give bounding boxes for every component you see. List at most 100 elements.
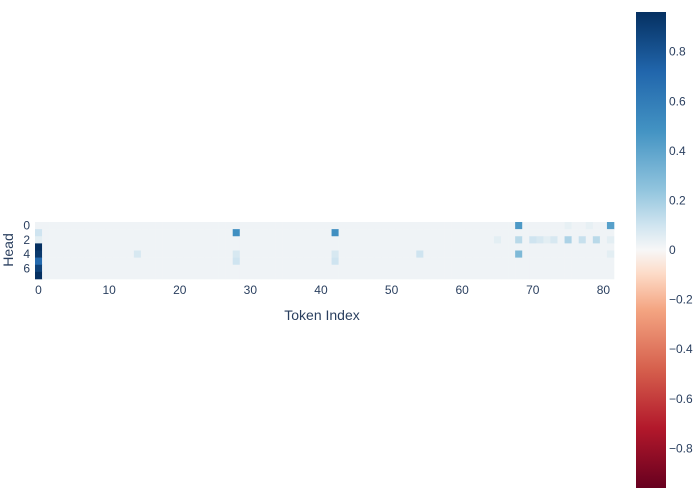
heatmap-cell bbox=[133, 250, 142, 258]
heatmap-cell bbox=[133, 264, 142, 273]
heatmap-cell bbox=[197, 236, 205, 244]
heatmap-cell bbox=[232, 222, 241, 230]
heatmap-cell bbox=[585, 250, 594, 258]
heatmap-cell bbox=[183, 243, 191, 251]
heatmap-cell bbox=[289, 250, 297, 258]
heatmap-cell bbox=[268, 264, 276, 273]
heatmap-cell bbox=[289, 257, 297, 266]
heatmap-cell bbox=[303, 257, 311, 266]
heatmap-cell bbox=[599, 236, 608, 244]
heatmap-cell bbox=[310, 229, 318, 237]
heatmap-cell bbox=[501, 271, 509, 280]
heatmap-cell bbox=[472, 236, 481, 244]
heatmap-cell bbox=[225, 257, 234, 266]
heatmap-cell bbox=[451, 264, 459, 273]
heatmap-cell bbox=[310, 243, 318, 251]
heatmap-cell bbox=[268, 229, 276, 237]
heatmap-cell bbox=[77, 271, 85, 280]
heatmap-cell bbox=[239, 222, 248, 230]
heatmap-cell bbox=[409, 264, 417, 273]
heatmap-cell bbox=[35, 264, 43, 273]
heatmap-cell bbox=[105, 229, 113, 237]
heatmap-cell bbox=[458, 222, 467, 230]
heatmap-cell bbox=[112, 243, 121, 251]
heatmap-cell bbox=[479, 236, 488, 244]
heatmap-cell bbox=[218, 229, 226, 237]
heatmap-cell bbox=[42, 264, 50, 273]
heatmap-cell bbox=[70, 257, 78, 266]
heatmap-cell bbox=[169, 236, 177, 244]
heatmap-cell bbox=[268, 257, 276, 266]
heatmap-cell bbox=[444, 236, 452, 244]
heatmap-cell bbox=[402, 243, 410, 251]
heatmap-cell bbox=[571, 264, 579, 273]
heatmap-cell bbox=[239, 250, 248, 258]
heatmap-cell bbox=[444, 243, 452, 251]
colorbar-tick-label: 0.8 bbox=[669, 45, 686, 59]
heatmap-cell bbox=[493, 243, 502, 251]
heatmap-cell bbox=[49, 222, 57, 230]
heatmap-cell bbox=[430, 264, 438, 273]
heatmap-cell bbox=[388, 222, 396, 230]
heatmap-cell bbox=[458, 250, 467, 258]
heatmap-cell bbox=[119, 264, 128, 273]
heatmap-cell bbox=[197, 229, 205, 237]
y-axis-ticks: 0246 bbox=[23, 219, 30, 276]
heatmap-cell bbox=[402, 264, 410, 273]
heatmap-cell bbox=[359, 264, 368, 273]
x-tick-label: 40 bbox=[314, 283, 328, 297]
heatmap-cell bbox=[331, 264, 339, 273]
heatmap-cell bbox=[331, 222, 339, 230]
heatmap-cell bbox=[162, 257, 170, 266]
heatmap-cell bbox=[260, 222, 269, 230]
heatmap-cell bbox=[126, 222, 135, 230]
heatmap-cell bbox=[239, 271, 248, 280]
heatmap-cell bbox=[246, 229, 255, 237]
heatmap-cell bbox=[402, 229, 410, 237]
heatmap-cell bbox=[380, 243, 389, 251]
heatmap-cell bbox=[239, 229, 248, 237]
heatmap-cell bbox=[77, 264, 85, 273]
heatmap-cell bbox=[260, 264, 269, 273]
heatmap-cell bbox=[599, 222, 608, 230]
y-tick-label: 0 bbox=[23, 219, 30, 233]
heatmap-cell bbox=[246, 257, 255, 266]
heatmap-cell bbox=[571, 236, 579, 244]
heatmap-cell bbox=[493, 250, 502, 258]
heatmap-cell bbox=[225, 229, 234, 237]
heatmap-cell bbox=[289, 243, 297, 251]
heatmap-cell bbox=[56, 271, 64, 280]
heatmap-cell bbox=[606, 257, 615, 266]
heatmap-cell bbox=[522, 222, 530, 230]
heatmap-cell bbox=[35, 243, 43, 251]
heatmap-cell bbox=[366, 236, 375, 244]
heatmap-cell bbox=[585, 229, 594, 237]
plot-area bbox=[35, 222, 615, 280]
heatmap-cell bbox=[303, 264, 311, 273]
heatmap-cell bbox=[359, 250, 368, 258]
heatmap-cell bbox=[529, 250, 537, 258]
heatmap-cell bbox=[126, 236, 135, 244]
heatmap-cell bbox=[133, 229, 142, 237]
heatmap-cell bbox=[119, 229, 128, 237]
heatmap-cell bbox=[98, 264, 106, 273]
heatmap-cell bbox=[204, 222, 212, 230]
heatmap-cell bbox=[133, 222, 142, 230]
heatmap-cell bbox=[543, 257, 551, 266]
heatmap-cell bbox=[77, 229, 85, 237]
heatmap-cell bbox=[366, 222, 375, 230]
heatmap-cell bbox=[84, 236, 92, 244]
heatmap-cell bbox=[275, 271, 283, 280]
heatmap-cell bbox=[345, 222, 354, 230]
heatmap-cell bbox=[366, 243, 375, 251]
heatmap-cell bbox=[147, 236, 156, 244]
heatmap-cell bbox=[465, 264, 474, 273]
heatmap-cell bbox=[501, 222, 509, 230]
heatmap-cell bbox=[564, 257, 572, 266]
heatmap-cell bbox=[126, 257, 135, 266]
heatmap-cell bbox=[253, 271, 262, 280]
heatmap-cell bbox=[289, 264, 297, 273]
heatmap-cell bbox=[162, 264, 170, 273]
heatmap-cell bbox=[472, 271, 481, 280]
heatmap-cell bbox=[423, 250, 431, 258]
